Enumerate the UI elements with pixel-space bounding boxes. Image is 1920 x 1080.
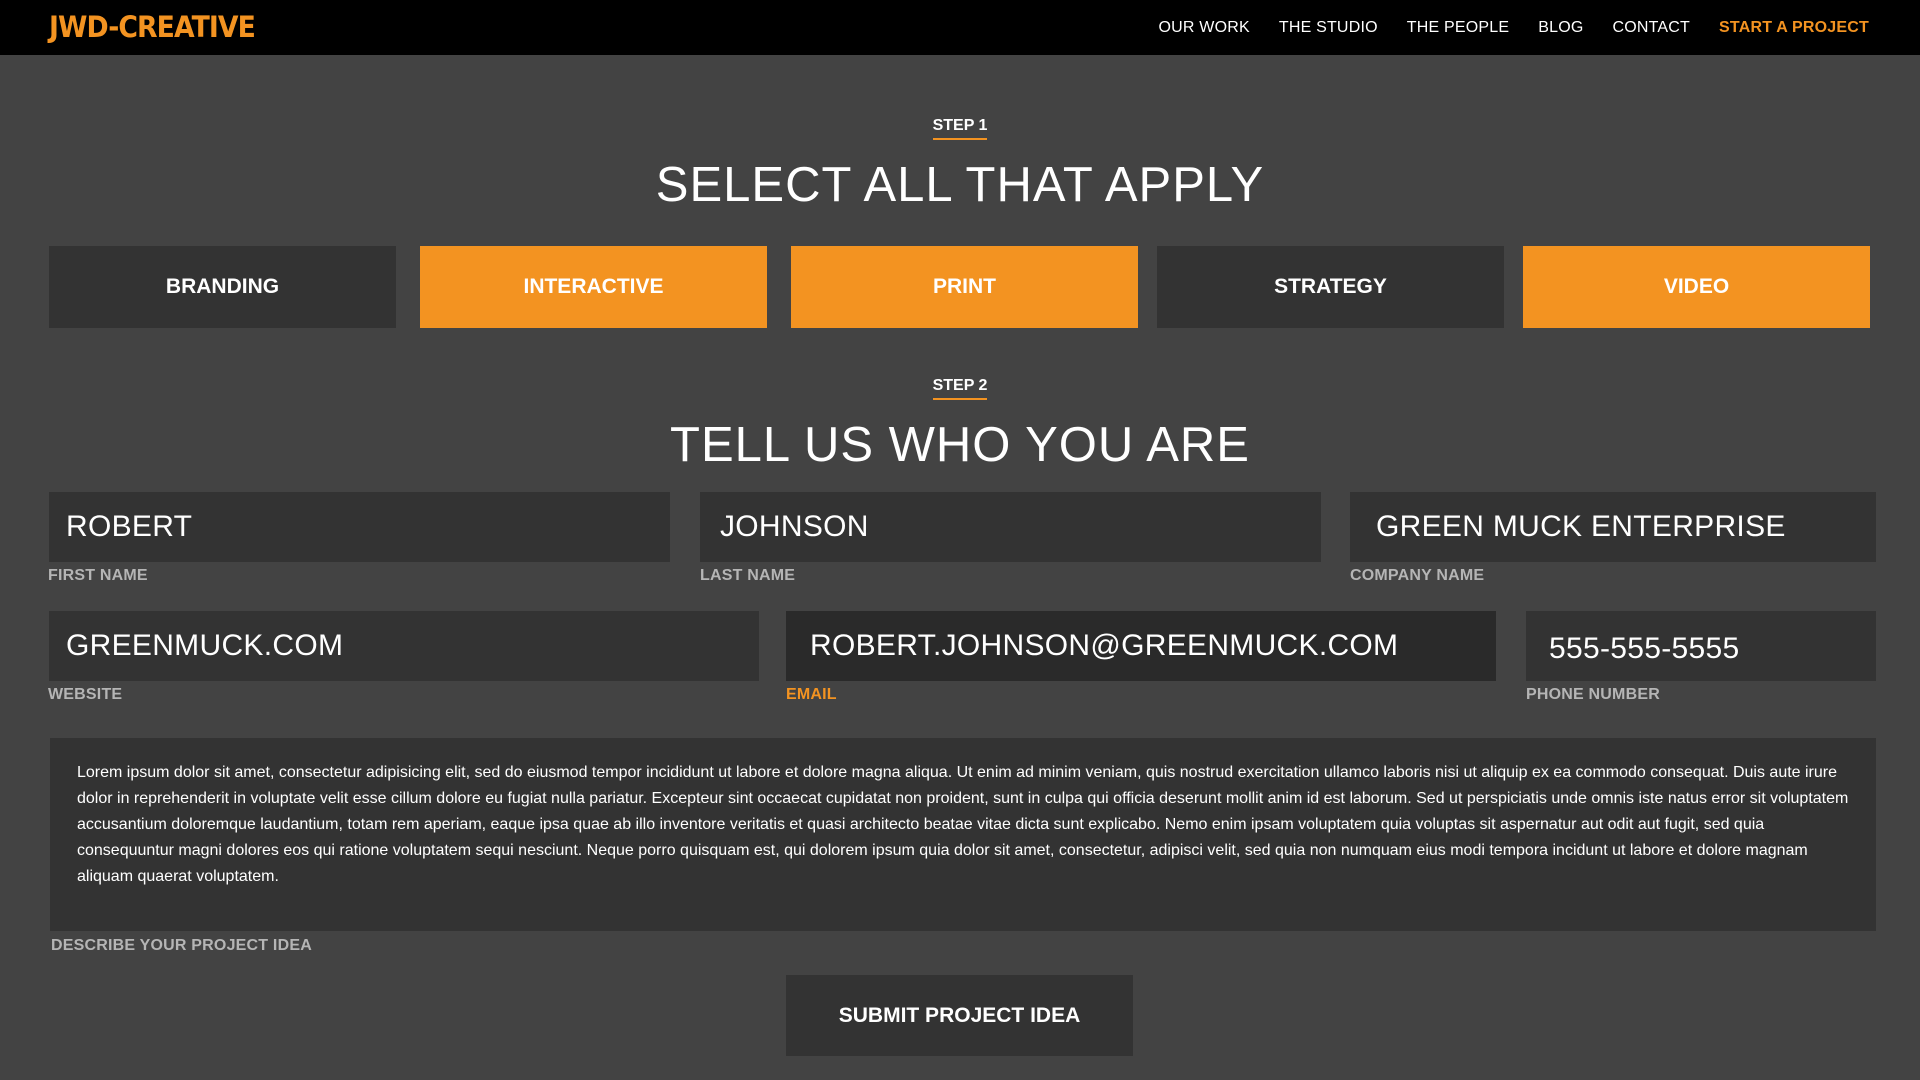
project-idea-text: Lorem ipsum dolor sit amet, consectetur … xyxy=(77,764,1849,885)
email-field[interactable]: ROBERT.JOHNSON@GREENMUCK.COM xyxy=(786,611,1496,681)
last-name-field[interactable]: JOHNSON xyxy=(700,492,1321,562)
nav-item-contact[interactable]: CONTACT xyxy=(1612,19,1690,37)
service-toggle-video[interactable]: VIDEO xyxy=(1523,246,1870,328)
first-name-value: ROBERT xyxy=(66,510,193,543)
phone-number-label: PHONE NUMBER xyxy=(1526,686,1660,703)
step-1-label: STEP 1 xyxy=(0,117,1920,140)
website-label: WEBSITE xyxy=(48,686,123,703)
website-field[interactable]: GREENMUCK.COM xyxy=(49,611,759,681)
first-name-field[interactable]: ROBERT xyxy=(49,492,670,562)
phone-number-value: 555-555-5555 xyxy=(1549,632,1740,665)
last-name-label: LAST NAME xyxy=(700,567,796,584)
step-1-label-text: STEP 1 xyxy=(932,117,988,140)
phone-number-field[interactable]: 555-555-5555 xyxy=(1526,611,1876,681)
step-2-label-text: STEP 2 xyxy=(932,377,988,400)
email-label: EMAIL xyxy=(786,686,837,703)
last-name-value: JOHNSON xyxy=(720,510,869,543)
main-nav: OUR WORK THE STUDIO THE PEOPLE BLOG CONT… xyxy=(1158,0,1869,55)
service-toggle-strategy[interactable]: STRATEGY xyxy=(1157,246,1504,328)
service-toggle-branding[interactable]: BRANDING xyxy=(49,246,396,328)
website-value: GREENMUCK.COM xyxy=(66,629,344,662)
step-1-title: SELECT ALL THAT APPLY xyxy=(655,158,1265,212)
email-value: ROBERT.JOHNSON@GREENMUCK.COM xyxy=(810,629,1399,662)
service-toggle-interactive[interactable]: INTERACTIVE xyxy=(420,246,767,328)
brand-logo[interactable]: JWD-CREATIVE xyxy=(49,11,256,43)
project-idea-label: DESCRIBE YOUR PROJECT IDEA xyxy=(51,937,312,954)
step-2-label: STEP 2 xyxy=(0,377,1920,400)
nav-item-our-work[interactable]: OUR WORK xyxy=(1158,19,1249,37)
service-toggle-print[interactable]: PRINT xyxy=(791,246,1138,328)
nav-item-the-studio[interactable]: THE STUDIO xyxy=(1279,19,1378,37)
company-name-field[interactable]: GREEN MUCK ENTERPRISE xyxy=(1350,492,1876,562)
top-nav-bar: JWD-CREATIVE OUR WORK THE STUDIO THE PEO… xyxy=(0,0,1920,55)
nav-item-start-a-project[interactable]: START A PROJECT xyxy=(1719,19,1869,37)
project-idea-textarea[interactable]: Lorem ipsum dolor sit amet, consectetur … xyxy=(50,738,1876,931)
step-2-title: TELL US WHO YOU ARE xyxy=(670,418,1250,472)
submit-project-idea-button[interactable]: SUBMIT PROJECT IDEA xyxy=(786,975,1133,1056)
first-name-label: FIRST NAME xyxy=(48,567,148,584)
company-name-value: GREEN MUCK ENTERPRISE xyxy=(1376,510,1786,543)
nav-item-blog[interactable]: BLOG xyxy=(1538,19,1583,37)
nav-item-the-people[interactable]: THE PEOPLE xyxy=(1407,19,1509,37)
company-name-label: COMPANY NAME xyxy=(1350,567,1485,584)
